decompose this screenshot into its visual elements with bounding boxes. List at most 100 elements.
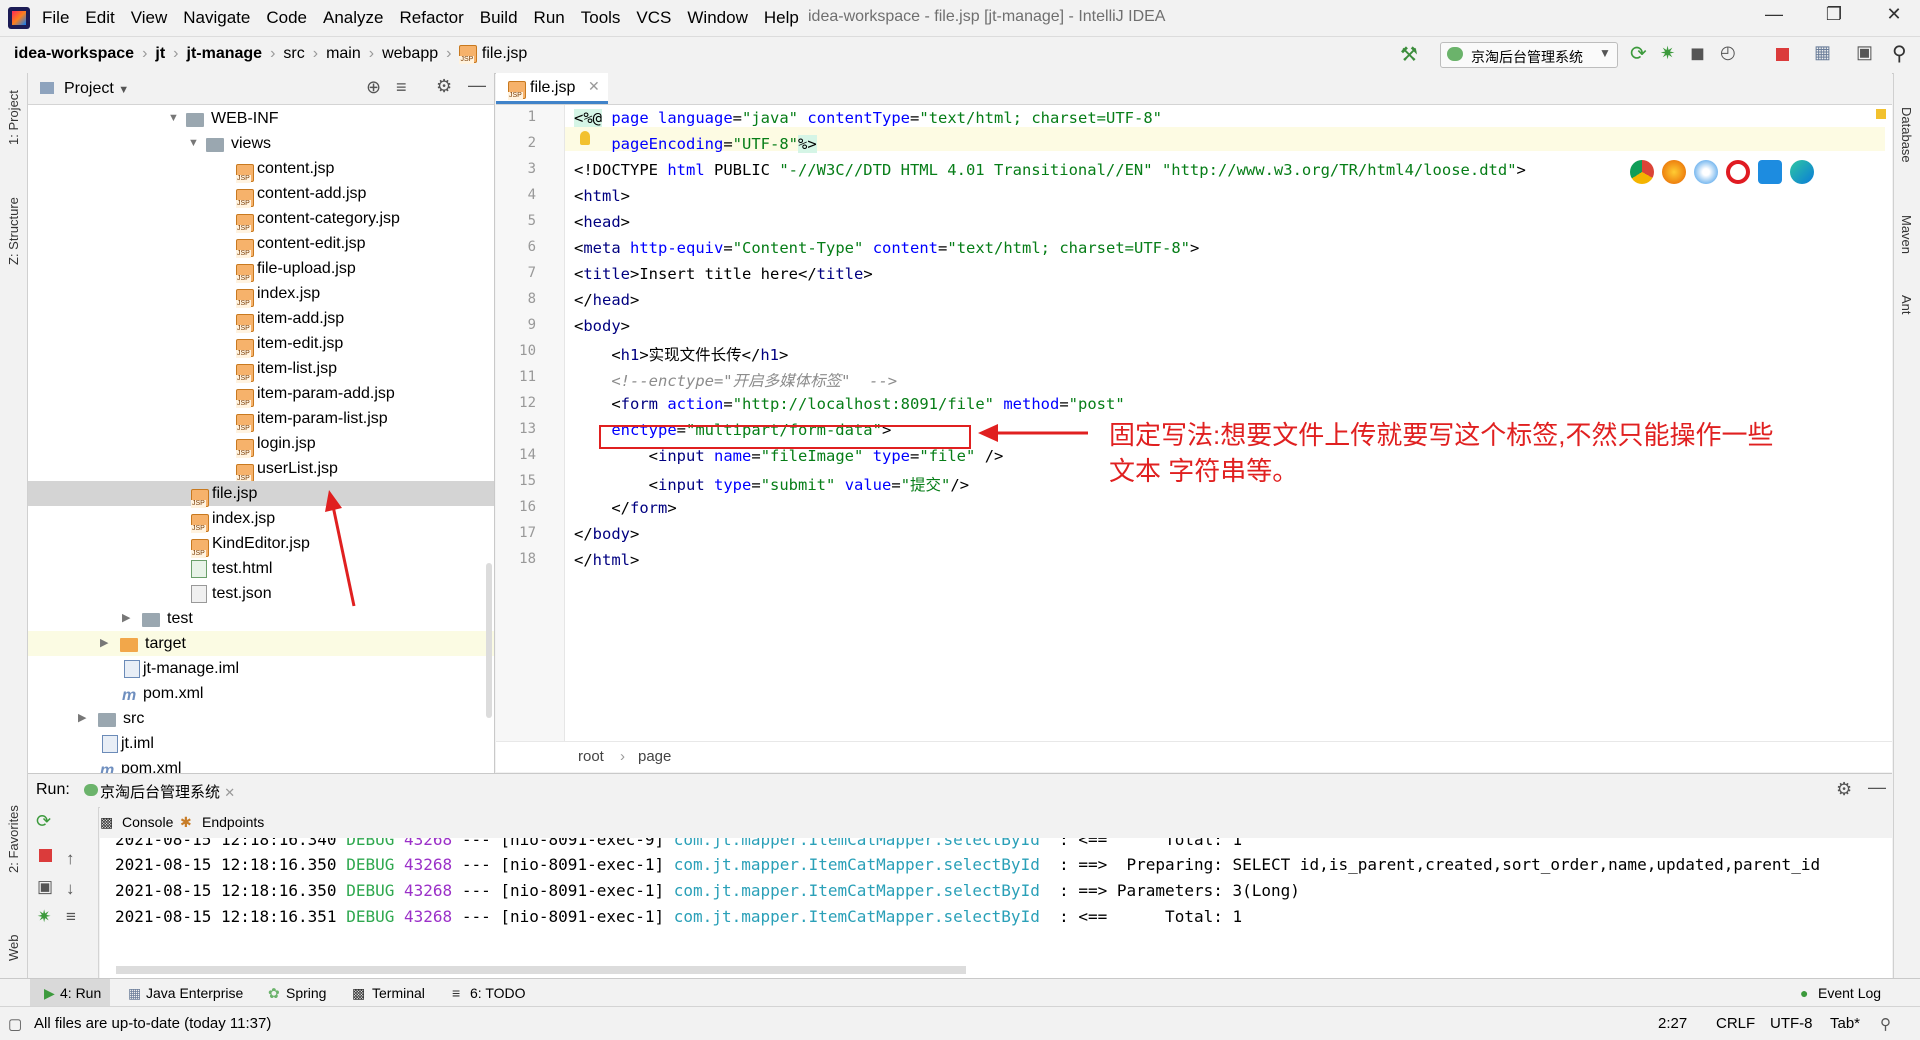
debug-bug-icon[interactable]: ✷ <box>1660 43 1678 63</box>
close-tab-icon[interactable]: ✕ <box>224 785 235 800</box>
menu-tools[interactable]: Tools <box>581 8 621 28</box>
project-tool-tab[interactable]: 1: Project <box>6 90 21 145</box>
menu-view[interactable]: View <box>131 8 168 28</box>
menu-navigate[interactable]: Navigate <box>183 8 250 28</box>
search-icon[interactable]: ⚲ <box>1892 41 1910 65</box>
profile-icon[interactable]: ◴ <box>1720 42 1738 62</box>
tree-file-selected[interactable]: file.jsp <box>28 481 494 508</box>
tab-todo[interactable]: 6: TODO <box>470 985 526 1001</box>
project-view-select[interactable]: Project ▼ <box>64 80 129 98</box>
structure-tool-tab[interactable]: Z: Structure <box>6 197 21 265</box>
rerun-icon[interactable]: ⟳ <box>36 811 51 832</box>
gear-icon[interactable]: ⚙ <box>436 76 452 97</box>
tree-file[interactable]: file-upload.jsp <box>28 256 494 283</box>
chrome-icon[interactable] <box>1630 160 1654 184</box>
crumb-workspace[interactable]: idea-workspace <box>14 45 134 63</box>
warning-marker-icon[interactable] <box>1876 109 1886 119</box>
tree-file[interactable]: index.jsp <box>28 281 494 308</box>
locate-icon[interactable]: ⊕ <box>366 77 381 98</box>
hide-panel-icon[interactable]: — <box>468 75 486 96</box>
menu-vcs[interactable]: VCS <box>636 8 671 28</box>
crumb-src[interactable]: src <box>283 45 304 63</box>
tree-file[interactable]: item-edit.jsp <box>28 331 494 358</box>
tree-folder-views[interactable]: ▼ views <box>28 131 494 156</box>
web-tool-tab[interactable]: Web <box>6 935 21 962</box>
tree-file[interactable]: item-param-add.jsp <box>28 381 494 408</box>
tab-endpoints[interactable]: Endpoints <box>202 814 264 830</box>
menu-build[interactable]: Build <box>480 8 518 28</box>
crumb-jt[interactable]: jt <box>155 45 165 63</box>
crumb-file[interactable]: file.jsp <box>482 45 527 63</box>
menu-edit[interactable]: Edit <box>85 8 114 28</box>
tree-file[interactable]: content.jsp <box>28 156 494 183</box>
tab-event-log[interactable]: Event Log <box>1818 985 1881 1001</box>
debug-bug-icon[interactable]: ✷ <box>37 907 51 927</box>
arrow-down-icon[interactable]: ↓ <box>66 879 75 899</box>
crumb-jt-manage[interactable]: jt-manage <box>187 45 263 63</box>
tree-file[interactable]: KindEditor.jsp <box>28 531 494 558</box>
edge-icon[interactable] <box>1790 160 1814 184</box>
layout-icon[interactable]: ▣ <box>1856 42 1874 62</box>
crumb-page[interactable]: page <box>638 748 671 765</box>
opera-icon[interactable] <box>1726 160 1750 184</box>
tab-java-enterprise[interactable]: Java Enterprise <box>146 985 243 1001</box>
tree-folder-src[interactable]: ▶ src <box>28 706 494 731</box>
minimize-icon[interactable]: — <box>1756 4 1792 30</box>
tree-file[interactable]: userList.jsp <box>28 456 494 483</box>
menu-help[interactable]: Help <box>764 8 799 28</box>
close-icon[interactable]: ✕ <box>1876 4 1912 30</box>
tree-folder-web-inf[interactable]: ▼ WEB-INF <box>28 106 494 131</box>
tab-run[interactable]: 4: Run <box>60 985 101 1001</box>
tree-file[interactable]: content-edit.jsp <box>28 231 494 258</box>
tab-file-jsp[interactable]: file.jsp ✕ <box>496 73 608 104</box>
menu-analyze[interactable]: Analyze <box>323 8 383 28</box>
tree-file[interactable]: m pom.xml <box>28 756 494 773</box>
tree-file[interactable]: index.jsp <box>28 506 494 533</box>
tree-folder-target[interactable]: ▶ target <box>28 631 494 656</box>
rerun-icon[interactable]: ⟳ <box>1630 41 1648 65</box>
indent-setting[interactable]: Tab* <box>1830 1015 1860 1032</box>
tree-file[interactable]: test.json <box>28 581 494 606</box>
console-output[interactable]: 2021-08-15 12:18:16.340 DEBUG 43268 --- … <box>100 838 1892 978</box>
crumb-root[interactable]: root <box>578 748 604 765</box>
caret-position[interactable]: 2:27 <box>1658 1015 1687 1032</box>
stop-icon[interactable] <box>39 849 52 862</box>
database-tool-tab[interactable]: Database <box>1899 107 1914 163</box>
tree-file[interactable]: jt-manage.iml <box>28 656 494 681</box>
console-scrollbar[interactable] <box>116 966 966 974</box>
close-tab-icon[interactable]: ✕ <box>588 78 600 95</box>
menu-code[interactable]: Code <box>266 8 307 28</box>
tree-folder-test[interactable]: ▶ test <box>28 606 494 631</box>
tab-terminal[interactable]: Terminal <box>372 985 425 1001</box>
crumb-main[interactable]: main <box>326 45 361 63</box>
tree-file[interactable]: jt.iml <box>28 731 494 756</box>
ie-icon[interactable] <box>1758 160 1782 184</box>
maven-tool-tab[interactable]: Maven <box>1899 215 1914 254</box>
build-hammer-icon[interactable]: ⚒ <box>1400 42 1418 66</box>
camera-icon[interactable]: ▣ <box>37 877 53 897</box>
line-separator[interactable]: CRLF <box>1716 1015 1755 1032</box>
tree-file[interactable]: content-category.jsp <box>28 206 494 233</box>
menu-refactor[interactable]: Refactor <box>399 8 463 28</box>
status-toggle-icon[interactable]: ▢ <box>8 1015 22 1033</box>
run-config-tab[interactable]: 京淘后台管理系统 ✕ <box>100 781 235 802</box>
project-structure-icon[interactable]: ▦ <box>1814 42 1832 62</box>
tree-file[interactable]: test.html <box>28 556 494 581</box>
tree-file[interactable]: item-param-list.jsp <box>28 406 494 433</box>
stop-icon[interactable] <box>1776 48 1789 61</box>
tab-spring[interactable]: Spring <box>286 985 326 1001</box>
coverage-icon[interactable]: ◼ <box>1690 43 1708 63</box>
tree-file[interactable]: item-add.jsp <box>28 306 494 333</box>
tree-file[interactable]: content-add.jsp <box>28 181 494 208</box>
crumb-webapp[interactable]: webapp <box>382 45 438 63</box>
gear-icon[interactable]: ⚙ <box>1836 779 1852 800</box>
firefox-icon[interactable] <box>1662 160 1686 184</box>
favorites-tool-tab[interactable]: 2: Favorites <box>6 805 21 873</box>
soft-wrap-icon[interactable]: ≡ <box>66 907 76 927</box>
menu-run[interactable]: Run <box>534 8 565 28</box>
scrollbar[interactable] <box>486 563 492 718</box>
collapse-all-icon[interactable]: ≡ <box>396 77 407 98</box>
hide-panel-icon[interactable]: — <box>1868 777 1886 798</box>
tree-file[interactable]: login.jsp <box>28 431 494 458</box>
ant-tool-tab[interactable]: Ant <box>1899 295 1914 315</box>
